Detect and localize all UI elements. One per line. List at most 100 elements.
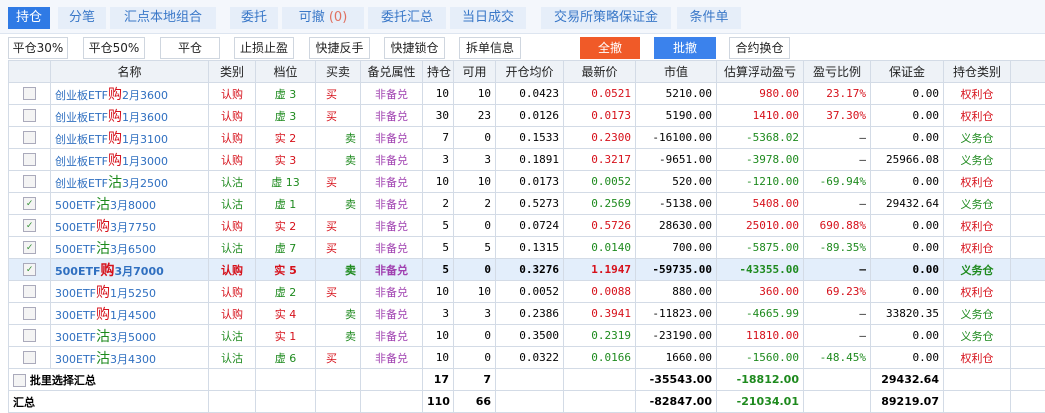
table-row[interactable]: 创业板ETF购1月3600 认购虚 3 买非备兑 30 23 0.0126 0.0173 51… <box>8 104 1045 127</box>
row-checkbox[interactable]: ✓ <box>23 219 36 233</box>
table-row[interactable]: ✓ 500ETF沽3月6500 认沽虚 7 买非备兑 5 5 0.1315 0.0140 700… <box>8 236 1045 259</box>
tab-6[interactable]: 当日成交 <box>450 7 526 29</box>
column-header[interactable]: 备兑属性 <box>360 60 423 83</box>
contract-name[interactable]: 创业板ETF沽3月2500 <box>50 170 209 193</box>
contract-name[interactable]: 300ETF购1月4500 <box>50 302 209 325</box>
column-header[interactable]: 可用 <box>453 60 496 83</box>
cell-pnl: 11810.00 <box>716 324 804 347</box>
cell-hold: 10 <box>422 280 454 303</box>
cell-cat: 义务仓 <box>943 148 1011 171</box>
row-checkbox[interactable] <box>23 307 36 321</box>
select-all-checkbox[interactable] <box>13 374 26 387</box>
tab-0[interactable]: 持仓 <box>8 7 50 29</box>
table-row[interactable]: 300ETF购1月4500 认购实 4 卖非备兑 3 3 0.2386 0.3941 -118… <box>8 302 1045 325</box>
column-header[interactable]: 档位 <box>255 60 316 83</box>
toolbar-button-4[interactable]: 快捷反手 <box>309 37 370 59</box>
name-prefix: 创业板ETF <box>55 176 108 190</box>
contract-name[interactable]: 300ETF沽3月4300 <box>50 346 209 369</box>
column-header-extra <box>1010 60 1045 83</box>
table-row[interactable]: 创业板ETF购1月3000 认购实 3 卖非备兑 3 3 0.1891 0.3217 -965… <box>8 148 1045 171</box>
table-row[interactable]: 300ETF沽3月5000 认沽实 1 卖非备兑 10 0 0.3500 0.2319 -23… <box>8 324 1045 347</box>
tab-1[interactable]: 分笔 <box>58 7 106 29</box>
table-row[interactable]: ✓ 500ETF购3月7000 认购实 5 卖非备兑 5 0 0.3276 1.1947 -59… <box>8 258 1045 281</box>
contract-name[interactable]: 500ETF购3月7750 <box>50 214 209 237</box>
cell-pnl: 5408.00 <box>716 192 804 215</box>
column-header[interactable]: 持仓 <box>422 60 454 83</box>
row-checkbox[interactable]: ✓ <box>23 197 36 211</box>
column-header[interactable]: 保证金 <box>870 60 944 83</box>
toolbar-button-7[interactable]: 全撤 <box>580 37 640 59</box>
row-checkbox[interactable] <box>23 153 36 167</box>
cell-avail: 0 <box>453 258 496 281</box>
table-row[interactable]: 创业板ETF购2月3600 认购虚 3 买非备兑 10 10 0.0423 0.0521 52… <box>8 82 1045 105</box>
table-row[interactable]: 创业板ETF购1月3100 认购实 2 卖非备兑 7 0 0.1533 0.2300 -161… <box>8 126 1045 149</box>
cell-last: 0.3217 <box>563 148 636 171</box>
cell-margin: 0.00 <box>870 258 944 281</box>
cell-avail: 23 <box>453 104 496 127</box>
contract-name[interactable]: 创业板ETF购1月3000 <box>50 148 209 171</box>
tab-3[interactable]: 委托 <box>230 7 278 29</box>
row-checkbox[interactable]: ✓ <box>23 263 36 277</box>
name-prefix: 300ETF <box>55 286 96 300</box>
table-row[interactable]: 300ETF购1月5250 认购虚 2 买非备兑 10 10 0.0052 0.0088 88… <box>8 280 1045 303</box>
row-checkbox[interactable] <box>23 329 36 343</box>
row-checkbox[interactable] <box>23 351 36 365</box>
cell-ratio: — <box>803 324 871 347</box>
cell-last: 1.1947 <box>563 258 636 281</box>
contract-name[interactable]: 500ETF购3月7000 <box>50 258 209 281</box>
column-header[interactable]: 市值 <box>635 60 717 83</box>
toolbar-button-9[interactable]: 合约换仓 <box>729 37 790 59</box>
cell-open: 0.0126 <box>495 104 564 127</box>
tab-2[interactable]: 汇点本地组合 <box>110 7 216 29</box>
toolbar-button-8[interactable]: 批撤 <box>654 37 716 59</box>
tab-7[interactable]: 交易所策略保证金 <box>541 7 671 29</box>
tab-4[interactable]: 可撤 (0) <box>282 7 364 29</box>
cell-level: 虚 3 <box>255 82 316 105</box>
row-checkbox[interactable]: ✓ <box>23 241 36 255</box>
contract-name[interactable]: 创业板ETF购1月3600 <box>50 104 209 127</box>
sum-hold: 110 <box>422 390 454 413</box>
row-checkbox[interactable] <box>23 109 36 123</box>
column-header[interactable]: 最新价 <box>563 60 636 83</box>
toolbar-button-2[interactable]: 平仓100% <box>160 37 220 75</box>
contract-name[interactable]: 500ETF沽3月8000 <box>50 192 209 215</box>
toolbar-button-6[interactable]: 拆单信息 <box>459 37 521 59</box>
column-header[interactable]: 名称 <box>50 60 209 83</box>
cell-type: 认沽 <box>208 170 256 193</box>
contract-name[interactable]: 300ETF购1月5250 <box>50 280 209 303</box>
contract-name[interactable]: 300ETF沽3月5000 <box>50 324 209 347</box>
column-header[interactable]: 估算浮动盈亏 <box>716 60 804 83</box>
column-header[interactable]: 开仓均价 <box>495 60 564 83</box>
toolbar-button-5[interactable]: 快捷锁仓 <box>384 37 445 59</box>
column-header[interactable]: 盈亏比例 <box>803 60 871 83</box>
toolbar-button-0[interactable]: 平仓30% <box>8 37 68 59</box>
table-row[interactable]: 300ETF沽3月4300 认沽虚 6 买非备兑 10 0 0.0322 0.0166 166… <box>8 346 1045 369</box>
name-suffix: 1月4500 <box>110 308 156 322</box>
cell-open: 0.0173 <box>495 170 564 193</box>
table-row[interactable]: ✓ 500ETF购3月7750 认购实 2 买非备兑 5 0 0.0724 0.5726 286… <box>8 214 1045 237</box>
row-checkbox[interactable] <box>23 285 36 299</box>
batch-summary-row: 批里选择汇总 17 7 -35543.00 -18812.00 29432.64 <box>8 368 1045 391</box>
tab-5[interactable]: 委托汇总 <box>368 7 446 29</box>
cell-cover: 非备兑 <box>360 324 423 347</box>
cell-cover: 非备兑 <box>360 192 423 215</box>
column-header[interactable]: 类别 <box>208 60 256 83</box>
cell-type: 认购 <box>208 258 256 281</box>
row-checkbox[interactable] <box>23 131 36 145</box>
tab-8[interactable]: 条件单 <box>677 7 741 29</box>
name-suffix: 1月5250 <box>110 286 156 300</box>
table-row[interactable]: 创业板ETF沽3月2500 认沽虚 13 买非备兑 10 10 0.0173 0.0052 5… <box>8 170 1045 193</box>
column-header[interactable]: 买卖 <box>315 60 361 83</box>
table-row[interactable]: ✓ 500ETF沽3月8000 认沽虚 1 卖非备兑 2 2 0.5273 0.2569 -51… <box>8 192 1045 215</box>
toolbar-button-3[interactable]: 止损止盈 <box>234 37 294 59</box>
cell-ratio: — <box>803 192 871 215</box>
contract-name[interactable]: 500ETF沽3月6500 <box>50 236 209 259</box>
toolbar-button-1[interactable]: 平仓50% <box>83 37 145 59</box>
name-prefix: 500ETF <box>55 242 96 256</box>
contract-name[interactable]: 创业板ETF购1月3100 <box>50 126 209 149</box>
name-prefix: 创业板ETF <box>55 110 108 124</box>
row-checkbox[interactable] <box>23 175 36 189</box>
column-header[interactable]: 持仓类别 <box>943 60 1011 83</box>
contract-name[interactable]: 创业板ETF购2月3600 <box>50 82 209 105</box>
row-checkbox[interactable] <box>23 87 36 101</box>
